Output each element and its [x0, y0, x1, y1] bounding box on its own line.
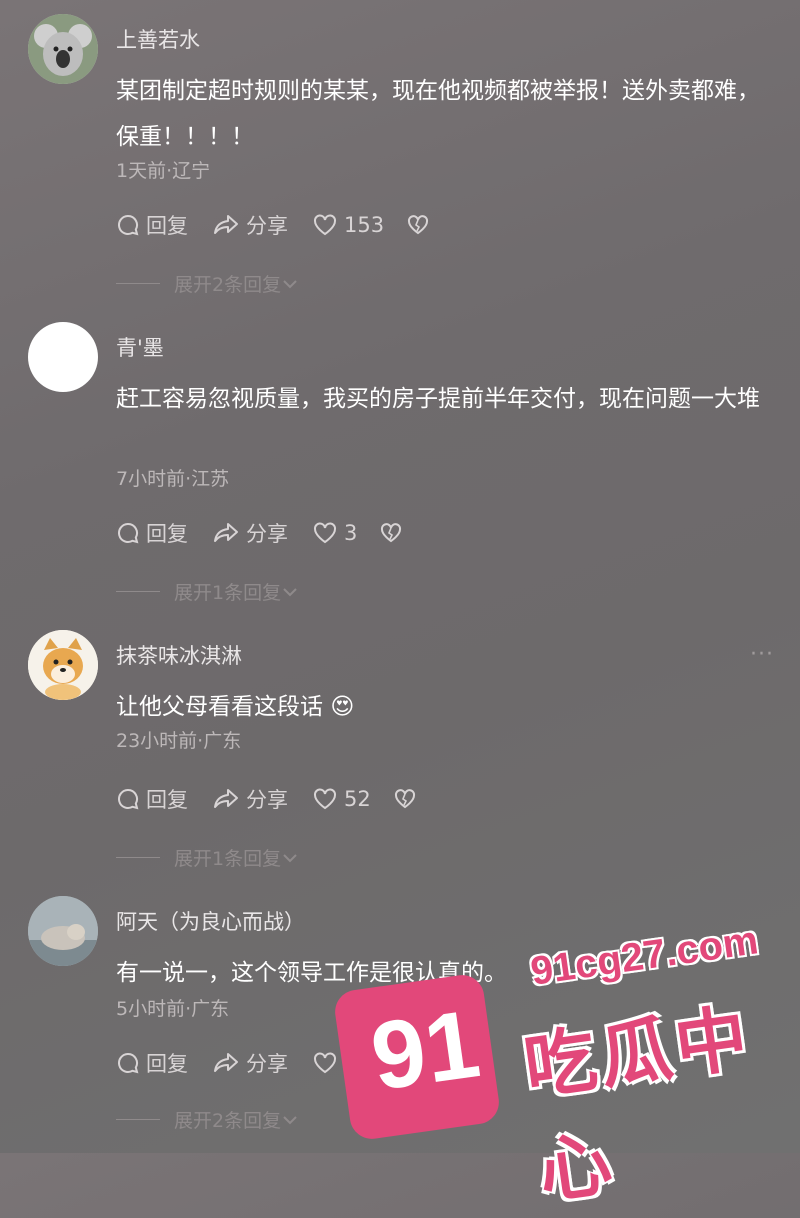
share-label: 分享 [246, 214, 288, 238]
broken-heart-icon [394, 789, 415, 809]
comment-text: 某团制定超时规则的某某，现在他视频都被举报！送外卖都难，保重！！！！ [116, 78, 760, 150]
watermark-number: 91 [365, 990, 486, 1111]
comment-meta: 23小时前·广东 [116, 730, 242, 752]
doge-avatar-icon[interactable] [28, 630, 98, 700]
divider [116, 591, 160, 592]
expand-replies[interactable]: 展开1条回复 [116, 578, 299, 605]
heart-eyes-emoji-icon: 😍 [330, 694, 355, 720]
like-count: 3 [344, 521, 358, 545]
reply-label: 回复 [146, 1052, 188, 1076]
comment-actions: 回复 分享 3 [116, 516, 433, 550]
dislike-button[interactable] [393, 788, 423, 810]
like-button[interactable]: 153 [312, 213, 384, 237]
comment-actions: 回复 分享 52 [116, 782, 447, 816]
expand-label: 展开2条回复 [174, 1110, 282, 1132]
reply-label: 回复 [146, 214, 188, 238]
reply-icon [118, 522, 139, 544]
expand-label: 展开2条回复 [174, 274, 282, 296]
chevron-down-icon [283, 1115, 297, 1124]
reply-button[interactable]: 回复 [116, 210, 188, 240]
blank-avatar-icon[interactable] [28, 322, 98, 392]
share-icon [214, 789, 238, 808]
heart-icon [314, 522, 336, 544]
comment-meta: 1天前·辽宁 [116, 160, 211, 182]
comment-text: 让他父母看看这段话 😍 [116, 684, 776, 730]
reply-button[interactable]: 回复 [116, 1048, 188, 1078]
like-count: 153 [344, 213, 385, 237]
divider [116, 1119, 160, 1120]
comment-text: 赶工容易忽视质量，我买的房子提前半年交付，现在问题一大堆 [116, 386, 760, 412]
broken-heart-icon [408, 215, 429, 235]
heart-icon [314, 1052, 336, 1074]
koala-avatar-icon[interactable] [28, 14, 98, 84]
comment-item: 青'墨 赶工容易忽视质量，我买的房子提前半年交付，现在问题一大堆 7小时前·江苏… [0, 308, 800, 608]
share-label: 分享 [246, 788, 288, 812]
share-button[interactable]: 分享 [212, 1048, 288, 1078]
chevron-down-icon [283, 587, 297, 596]
heart-icon [314, 788, 336, 810]
walrus-avatar-icon[interactable] [28, 896, 98, 966]
expand-replies[interactable]: 展开1条回复 [116, 844, 299, 871]
username[interactable]: 青'墨 [116, 332, 164, 362]
comment-actions: 回复 分享 153 [116, 208, 460, 242]
comment-text-content: 让他父母看看这段话 [116, 694, 323, 720]
reply-icon [118, 1052, 139, 1074]
like-button[interactable]: 52 [312, 787, 371, 811]
reply-icon [118, 214, 139, 236]
expand-label: 展开1条回复 [174, 848, 282, 870]
comment-item: 抹茶味冰淇淋 ··· 让他父母看看这段话 😍 23小时前·广东 回复 分享 52… [0, 616, 800, 876]
comment-meta: 5小时前·广东 [116, 998, 230, 1020]
broken-heart-icon [381, 523, 402, 543]
reply-label: 回复 [146, 788, 188, 812]
reply-button[interactable]: 回复 [116, 784, 188, 814]
more-options-icon[interactable]: ··· [750, 642, 774, 667]
heart-icon [314, 214, 336, 236]
dislike-button[interactable] [379, 522, 409, 544]
share-button[interactable]: 分享 [212, 210, 288, 240]
expand-replies[interactable]: 展开2条回复 [116, 1106, 299, 1133]
username[interactable]: 抹茶味冰淇淋 [116, 640, 242, 670]
username[interactable]: 阿天（为良心而战） [116, 906, 305, 936]
dislike-button[interactable] [406, 214, 436, 236]
like-count: 52 [344, 787, 371, 811]
like-button[interactable]: 3 [312, 521, 357, 545]
share-button[interactable]: 分享 [212, 518, 288, 548]
watermark-title: 吃瓜中心 [519, 994, 757, 1214]
chevron-down-icon [283, 279, 297, 288]
reply-button[interactable]: 回复 [116, 518, 188, 548]
divider [116, 283, 160, 284]
username[interactable]: 上善若水 [116, 24, 200, 54]
expand-replies[interactable]: 展开2条回复 [116, 270, 299, 297]
reply-label: 回复 [146, 522, 188, 546]
divider [116, 857, 160, 858]
share-icon [214, 523, 238, 542]
share-icon [214, 215, 238, 234]
reply-icon [118, 788, 139, 810]
share-icon [214, 1053, 238, 1072]
share-button[interactable]: 分享 [212, 784, 288, 814]
comment-item: 上善若水 某团制定超时规则的某某，现在他视频都被举报！送外卖都难，保重！！！！ … [0, 0, 800, 300]
share-label: 分享 [246, 1052, 288, 1076]
chevron-down-icon [283, 853, 297, 862]
expand-label: 展开1条回复 [174, 582, 282, 604]
share-label: 分享 [246, 522, 288, 546]
comment-meta: 7小时前·江苏 [116, 468, 230, 490]
